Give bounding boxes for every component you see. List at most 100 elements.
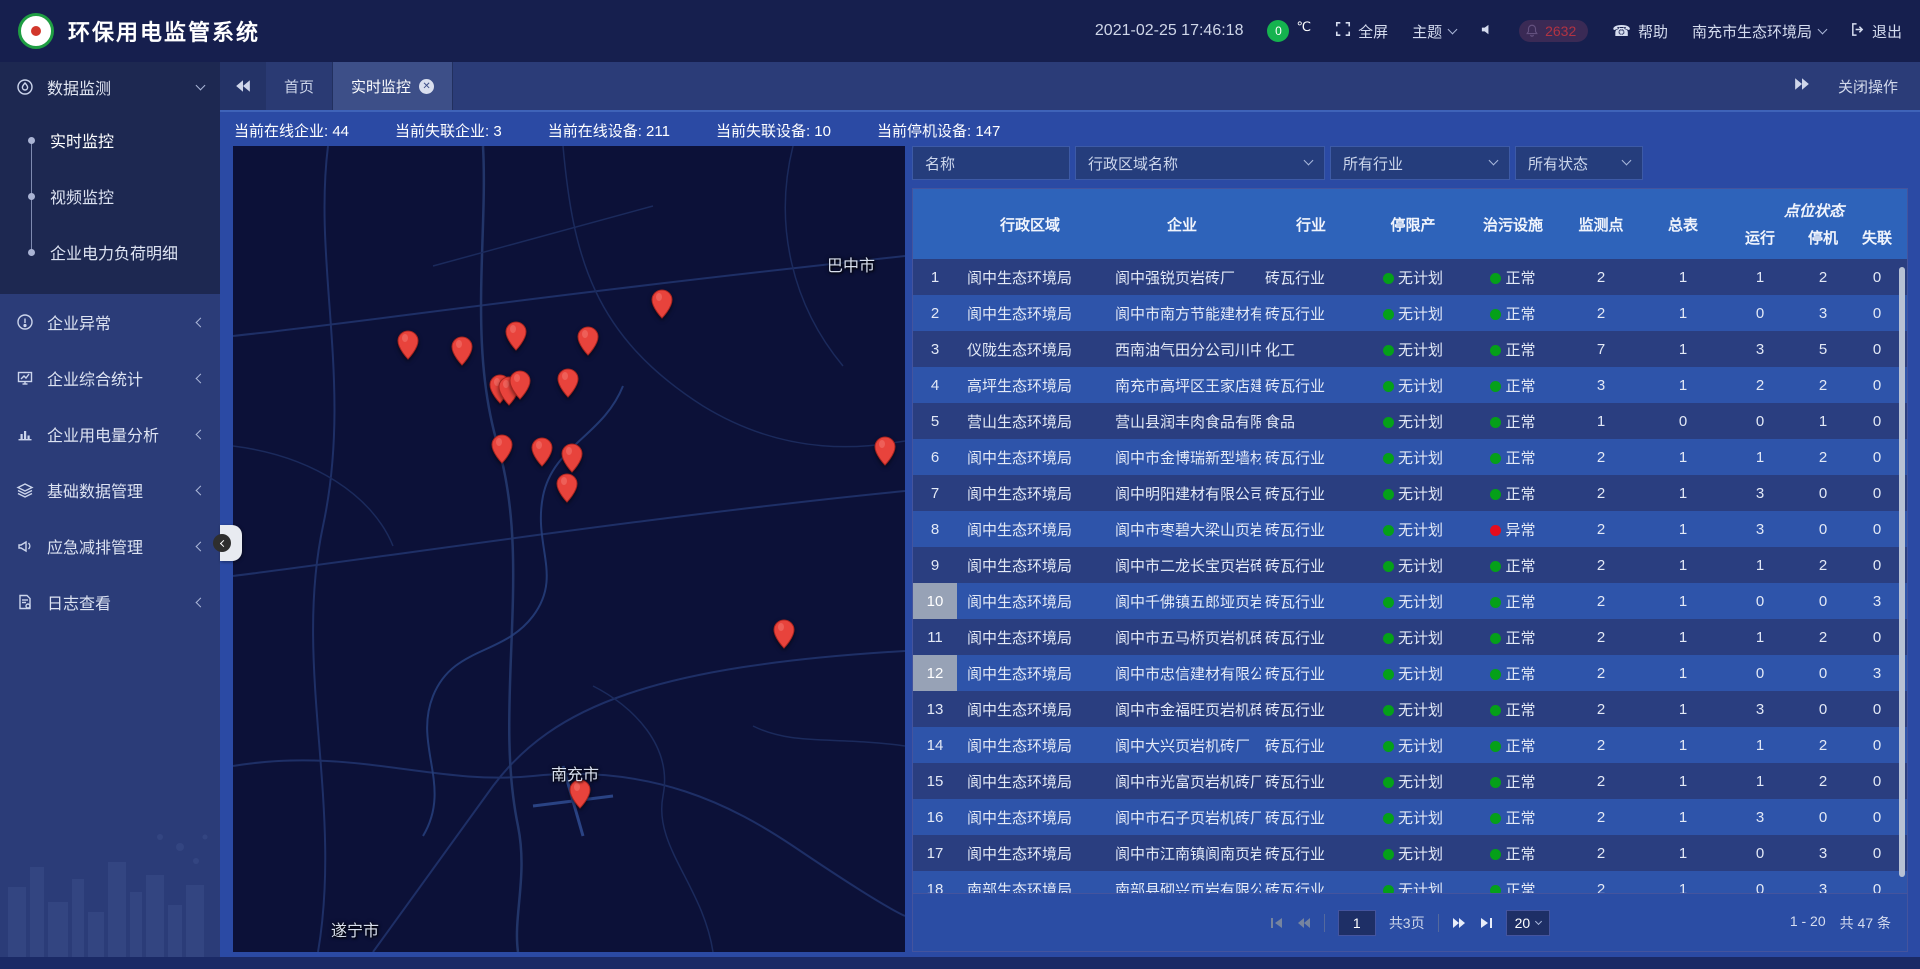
table-row[interactable]: 3仪陇生态环境局西南油气田分公司川中化工无计划正常71350 — [913, 331, 1907, 367]
table-row[interactable]: 8阆中生态环境局阆中市枣碧大梁山页岩砖瓦行业无计划异常21300 — [913, 511, 1907, 547]
cell-total-meters: 1 — [1641, 737, 1725, 754]
cell-facility-status: 正常 — [1465, 699, 1561, 720]
notification-badge[interactable]: 2632 — [1519, 20, 1588, 42]
first-page-button[interactable] — [1270, 917, 1284, 929]
tabs-container: 首页实时监控✕ — [266, 62, 453, 110]
org-dropdown[interactable]: 南充市生态环境局 — [1692, 21, 1826, 42]
sidebar-group-header-0[interactable]: 数据监测 — [0, 62, 220, 112]
cell-region: 阆中生态环境局 — [957, 663, 1103, 684]
help-button[interactable]: ☎ 帮助 — [1612, 21, 1668, 42]
status-dot-icon — [1490, 669, 1501, 680]
last-page-button[interactable] — [1479, 917, 1493, 929]
tab-close-icon[interactable]: ✕ — [419, 79, 434, 94]
page-size-select[interactable]: 20 — [1506, 910, 1551, 936]
sidebar-item-0-1[interactable]: 视频监控 — [0, 168, 220, 224]
sidebar-group-4[interactable]: 基础数据管理 — [0, 462, 220, 518]
table-row[interactable]: 11阆中生态环境局阆中市五马桥页岩机砖砖瓦行业无计划正常21120 — [913, 619, 1907, 655]
cell-facility-status: 正常 — [1465, 663, 1561, 684]
status-dot-icon — [1490, 417, 1501, 428]
tab-1[interactable]: 实时监控✕ — [333, 62, 453, 110]
map-pin[interactable] — [505, 321, 527, 356]
sidebar-group-5[interactable]: 应急减排管理 — [0, 518, 220, 574]
status-dot-icon — [1383, 597, 1394, 608]
region-filter-dropdown[interactable]: 行政区域名称 — [1075, 146, 1325, 180]
sidebar-group-2[interactable]: 企业综合统计 — [0, 350, 220, 406]
table-row[interactable]: 5营山生态环境局营山县润丰肉食品有限食品无计划正常10010 — [913, 403, 1907, 439]
status-dot-icon — [1383, 813, 1394, 824]
table-row[interactable]: 2阆中生态环境局阆中市南方节能建材有砖瓦行业无计划正常21030 — [913, 295, 1907, 331]
table-row[interactable]: 17阆中生态环境局阆中市江南镇阆南页岩砖瓦行业无计划正常21030 — [913, 835, 1907, 871]
map-pin[interactable] — [557, 368, 579, 403]
row-number: 4 — [913, 367, 957, 403]
sidebar-collapse-button[interactable] — [220, 525, 242, 561]
table-row[interactable]: 7阆中生态环境局阆中明阳建材有限公司砖瓦行业无计划正常21300 — [913, 475, 1907, 511]
close-operations-button[interactable]: 关闭操作 — [1838, 76, 1898, 97]
map-pin[interactable] — [577, 326, 599, 361]
table-body: 1阆中生态环境局阆中强锐页岩砖厂砖瓦行业无计划正常211202阆中生态环境局阆中… — [913, 259, 1907, 893]
cell-running: 3 — [1725, 809, 1795, 826]
sidebar-group-6[interactable]: 日志查看 — [0, 574, 220, 630]
map-panel[interactable]: 巴中市南充市遂宁市 — [233, 146, 905, 952]
cell-limit-status: 无计划 — [1361, 843, 1465, 864]
table-scrollbar[interactable] — [1899, 267, 1905, 877]
name-filter-input[interactable]: 名称 — [912, 146, 1070, 180]
sidebar-group-1[interactable]: 企业异常 — [0, 294, 220, 350]
next-page-button[interactable] — [1452, 917, 1466, 929]
mute-button[interactable] — [1480, 22, 1495, 41]
cell-facility-status: 正常 — [1465, 807, 1561, 828]
map-pin[interactable] — [491, 434, 513, 469]
status-dot-icon — [1383, 489, 1394, 500]
cell-stopped: 2 — [1795, 269, 1851, 286]
table-row[interactable]: 12阆中生态环境局阆中市忠信建材有限公砖瓦行业无计划正常21003 — [913, 655, 1907, 691]
cell-running: 1 — [1725, 773, 1795, 790]
status-dot-icon — [1383, 417, 1394, 428]
cell-monitor-points: 2 — [1561, 881, 1641, 894]
cell-lost: 0 — [1851, 701, 1903, 718]
cell-running: 0 — [1725, 665, 1795, 682]
fullscreen-button[interactable]: 全屏 — [1335, 21, 1388, 42]
stats-bar: 当前在线企业: 44当前失联企业: 3当前在线设备: 211当前失联设备: 10… — [234, 114, 1000, 146]
app-header: 环保用电监管系统 2021-02-25 17:46:18 0 ℃ 全屏 主题 2… — [0, 0, 1920, 62]
tabs-scroll-left-button[interactable] — [220, 62, 266, 110]
map-pin[interactable] — [874, 436, 896, 471]
cell-region: 阆中生态环境局 — [957, 771, 1103, 792]
page-number-input[interactable]: 1 — [1338, 910, 1376, 936]
status-filter-dropdown[interactable]: 所有状态 — [1515, 146, 1643, 180]
sidebar-group-3[interactable]: 企业用电量分析 — [0, 406, 220, 462]
table-row[interactable]: 10阆中生态环境局阆中千佛镇五郎垭页岩砖瓦行业无计划正常21003 — [913, 583, 1907, 619]
map-pin[interactable] — [651, 289, 673, 324]
table-row[interactable]: 9阆中生态环境局阆中市二龙长宝页岩砖砖瓦行业无计划正常21120 — [913, 547, 1907, 583]
tabs-scroll-right-button[interactable] — [1794, 77, 1810, 95]
table-row[interactable]: 4高坪生态环境局南充市高坪区王家店建砖瓦行业无计划正常31220 — [913, 367, 1907, 403]
map-pin[interactable] — [773, 619, 795, 654]
industry-filter-dropdown[interactable]: 所有行业 — [1330, 146, 1510, 180]
cell-total-meters: 1 — [1641, 773, 1725, 790]
map-pin[interactable] — [531, 437, 553, 472]
theme-dropdown[interactable]: 主题 — [1412, 21, 1456, 42]
prev-page-button[interactable] — [1297, 917, 1311, 929]
cell-running: 0 — [1725, 305, 1795, 322]
chevron-left-icon — [196, 429, 206, 439]
bell-icon — [1525, 23, 1539, 38]
map-pin[interactable] — [397, 330, 419, 365]
cell-stopped: 2 — [1795, 557, 1851, 574]
table-row[interactable]: 1阆中生态环境局阆中强锐页岩砖厂砖瓦行业无计划正常21120 — [913, 259, 1907, 295]
map-pin[interactable] — [451, 336, 473, 371]
map-pin[interactable] — [556, 473, 578, 508]
map-pin[interactable] — [509, 370, 531, 405]
table-row[interactable]: 15阆中生态环境局阆中市光富页岩机砖厂砖瓦行业无计划正常21120 — [913, 763, 1907, 799]
table-row[interactable]: 13阆中生态环境局阆中市金福旺页岩机砖砖瓦行业无计划正常21300 — [913, 691, 1907, 727]
table-row[interactable]: 6阆中生态环境局阆中市金博瑞新型墙材砖瓦行业无计划正常21120 — [913, 439, 1907, 475]
table-row[interactable]: 16阆中生态环境局阆中市石子页岩机砖厂砖瓦行业无计划正常21300 — [913, 799, 1907, 835]
sidebar-item-0-0[interactable]: 实时监控 — [0, 112, 220, 168]
alert-circle-icon — [16, 313, 34, 331]
sidebar-item-0-2[interactable]: 企业电力负荷明细 — [0, 224, 220, 280]
table-row[interactable]: 18南部生态环境局南部县砌兴页岩有限公砖瓦行业无计划正常21030 — [913, 871, 1907, 893]
table-row[interactable]: 14阆中生态环境局阆中大兴页岩机砖厂砖瓦行业无计划正常21120 — [913, 727, 1907, 763]
cell-company: 南充市高坪区王家店建 — [1103, 375, 1261, 396]
tab-0[interactable]: 首页 — [266, 62, 333, 110]
logout-button[interactable]: 退出 — [1850, 21, 1902, 42]
cell-facility-status: 正常 — [1465, 735, 1561, 756]
cell-industry: 砖瓦行业 — [1261, 807, 1361, 828]
app-logo-icon — [18, 13, 54, 49]
